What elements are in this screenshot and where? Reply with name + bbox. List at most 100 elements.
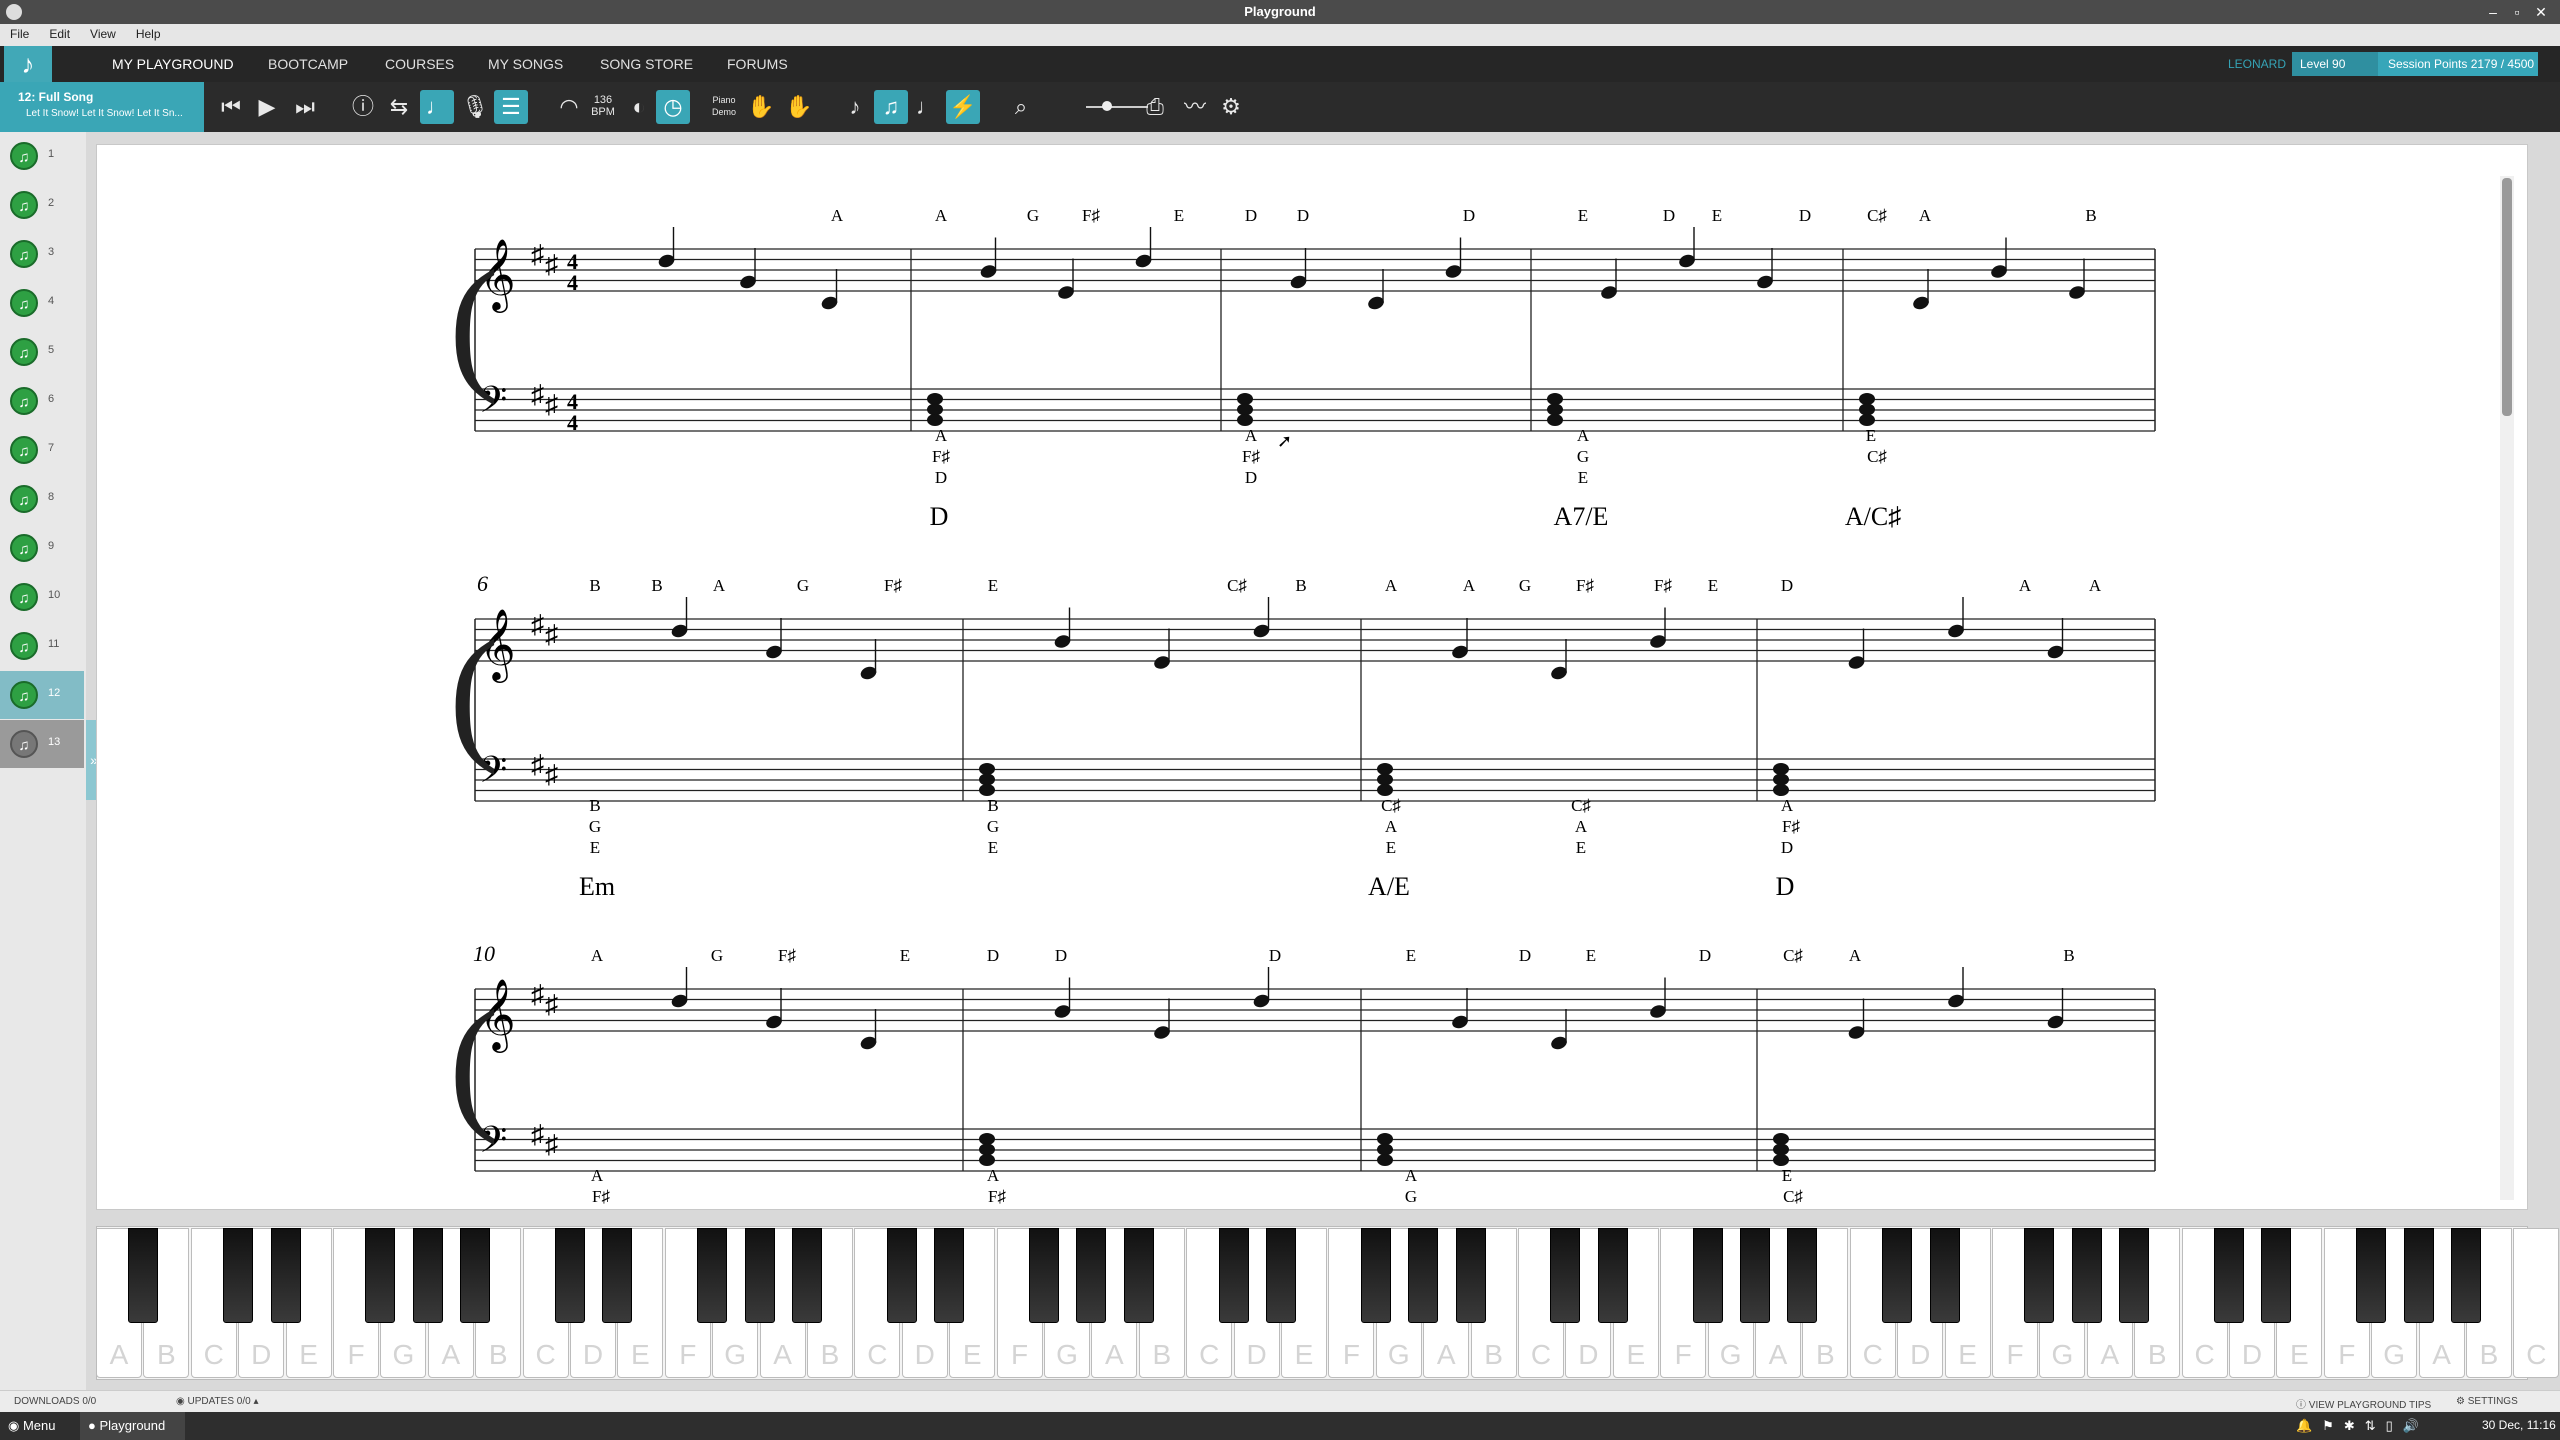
graph-icon[interactable]: 〰 xyxy=(1178,90,1212,124)
black-key[interactable] xyxy=(128,1228,159,1323)
black-key[interactable] xyxy=(1929,1228,1960,1323)
wait-mode-clock-icon[interactable]: ◷ xyxy=(656,90,690,124)
tray-icons[interactable]: 🔔⚑✱⇅▯🔊 xyxy=(2296,1418,2429,1434)
user-name[interactable]: LEONARD xyxy=(2228,57,2286,71)
sidebar-section-12[interactable]: ♫ 12 xyxy=(0,671,84,719)
taskbar-app-playground[interactable]: ● Playground xyxy=(80,1412,186,1440)
black-key[interactable] xyxy=(2071,1228,2102,1323)
sidebar-section-9[interactable]: ♫ 9 xyxy=(0,524,84,572)
black-key[interactable] xyxy=(1787,1228,1818,1323)
black-key[interactable] xyxy=(270,1228,301,1323)
sidebar-section-13[interactable]: ♫ 13 xyxy=(0,720,84,768)
black-key[interactable] xyxy=(555,1228,585,1323)
sidebar-section-5[interactable]: ♫ 5 xyxy=(0,328,84,376)
black-key[interactable] xyxy=(412,1228,443,1323)
tempo-readout[interactable]: 136 BPM xyxy=(586,94,620,118)
black-key[interactable] xyxy=(1029,1228,1059,1323)
note-view-3-icon[interactable]: ♩ xyxy=(910,90,944,124)
black-key[interactable] xyxy=(223,1228,254,1323)
sidebar-section-10[interactable]: ♫ 10 xyxy=(0,573,84,621)
maximize-icon[interactable]: ▫ xyxy=(2506,2,2528,22)
info-icon[interactable]: ⓘ xyxy=(346,90,380,124)
menu-view[interactable]: View xyxy=(80,24,126,41)
tips-link[interactable]: ⓘ VIEW PLAYGROUND TIPS xyxy=(2296,1396,2431,1411)
close-icon[interactable]: ✕ xyxy=(2530,2,2552,22)
menu-file[interactable]: File xyxy=(0,24,39,41)
metronome-icon[interactable]: ♩ xyxy=(420,90,454,124)
song-info[interactable]: 12: Full Song Let It Snow! Let It Snow! … xyxy=(0,82,204,132)
score-sheet[interactable]: 𝄞 ♯ ♯ 4 4 𝄢 ♯ ♯ 4 4(𝄞 ♯ ♯ 𝄢 ♯ ♯(𝄞 ♯ ♯ 𝄢 ♯ ♯(➚ A A G F♯ E D … xyxy=(96,144,2528,1210)
left-hand-icon[interactable]: ✋ xyxy=(744,90,778,124)
status-settings-link[interactable]: ⚙ SETTINGS xyxy=(2456,1396,2518,1407)
black-key[interactable] xyxy=(1882,1228,1913,1323)
black-key[interactable] xyxy=(2403,1228,2434,1323)
nav-song-store[interactable]: SONG STORE xyxy=(600,56,693,72)
black-key[interactable] xyxy=(1076,1228,1107,1323)
white-key[interactable]: C xyxy=(2513,1228,2560,1378)
nav-my-playground[interactable]: MY PLAYGROUND xyxy=(112,56,234,72)
note-view-2-icon[interactable]: ♫ xyxy=(874,90,908,124)
play-icon[interactable]: ▶ xyxy=(250,90,284,124)
black-key[interactable] xyxy=(1455,1228,1486,1323)
black-key[interactable] xyxy=(1360,1228,1391,1323)
downloads-status[interactable]: DOWNLOADS 0/0 xyxy=(14,1396,96,1407)
hands-icon[interactable]: ☰ xyxy=(494,90,528,124)
bottom-letter: A xyxy=(1245,426,1258,445)
black-key[interactable] xyxy=(602,1228,633,1323)
black-key[interactable] xyxy=(886,1228,917,1323)
tempo-gauge-icon[interactable]: ◠ xyxy=(552,90,586,124)
lightning-icon[interactable]: ⚡ xyxy=(946,90,980,124)
black-key[interactable] xyxy=(1597,1228,1628,1323)
score-scrollbar-thumb[interactable] xyxy=(2502,178,2512,416)
black-key[interactable] xyxy=(1123,1228,1154,1323)
black-key[interactable] xyxy=(1266,1228,1296,1323)
note-view-1-icon[interactable]: ♪ xyxy=(838,90,872,124)
microphone-icon[interactable]: 🎙 xyxy=(458,90,492,124)
print-icon[interactable]: ⎙ xyxy=(1138,90,1172,124)
black-key[interactable] xyxy=(1692,1228,1723,1323)
black-key[interactable] xyxy=(792,1228,822,1323)
nav-bootcamp[interactable]: BOOTCAMP xyxy=(268,56,348,72)
minimize-icon[interactable]: – xyxy=(2482,2,2504,22)
black-key[interactable] xyxy=(934,1228,965,1323)
black-key[interactable] xyxy=(2024,1228,2055,1323)
piano-demo-button[interactable]: Piano Demo xyxy=(704,94,744,118)
black-key[interactable] xyxy=(2451,1228,2481,1323)
sidebar-section-6[interactable]: ♫ 6 xyxy=(0,377,84,425)
black-key[interactable] xyxy=(460,1228,491,1323)
sidebar-section-8[interactable]: ♫ 8 xyxy=(0,475,84,523)
nav-forums[interactable]: FORUMS xyxy=(727,56,788,72)
black-key[interactable] xyxy=(365,1228,396,1323)
half-speed-icon[interactable]: ◐ xyxy=(622,90,656,124)
sidebar-section-7[interactable]: ♫ 7 xyxy=(0,426,84,474)
sidebar-section-2[interactable]: ♫ 2 xyxy=(0,181,84,229)
skip-forward-icon[interactable]: ⏭ xyxy=(288,90,322,124)
black-key[interactable] xyxy=(1550,1228,1581,1323)
black-key[interactable] xyxy=(1218,1228,1249,1323)
black-key[interactable] xyxy=(2214,1228,2244,1323)
nav-courses[interactable]: COURSES xyxy=(385,56,454,72)
black-key[interactable] xyxy=(2119,1228,2150,1323)
black-key[interactable] xyxy=(697,1228,728,1323)
sidebar-section-3[interactable]: ♫ 3 xyxy=(0,230,84,278)
start-menu-button[interactable]: ◉ Menu xyxy=(8,1418,56,1434)
playground-logo-icon[interactable]: ♪ xyxy=(4,46,52,82)
black-key[interactable] xyxy=(1408,1228,1439,1323)
skip-back-icon[interactable]: ⏮ xyxy=(214,90,248,124)
sidebar-section-11[interactable]: ♫ 11 xyxy=(0,622,84,670)
black-key[interactable] xyxy=(2356,1228,2387,1323)
menu-help[interactable]: Help xyxy=(126,24,171,41)
zoom-icon[interactable]: ⌕ xyxy=(1004,90,1038,124)
zoom-slider-handle[interactable] xyxy=(1102,101,1112,111)
nav-my-songs[interactable]: MY SONGS xyxy=(488,56,563,72)
black-key[interactable] xyxy=(744,1228,775,1323)
updates-status[interactable]: ◉ UPDATES 0/0 ▴ xyxy=(176,1396,259,1407)
loop-icon[interactable]: ⇆ xyxy=(382,90,416,124)
settings-gear-icon[interactable]: ⚙ xyxy=(1214,90,1248,124)
black-key[interactable] xyxy=(1740,1228,1770,1323)
right-hand-icon[interactable]: ✋ xyxy=(782,90,816,124)
sidebar-section-1[interactable]: ♫ 1 xyxy=(0,132,84,180)
sidebar-section-4[interactable]: ♫ 4 xyxy=(0,279,84,327)
black-key[interactable] xyxy=(2261,1228,2292,1323)
menu-edit[interactable]: Edit xyxy=(39,24,80,41)
